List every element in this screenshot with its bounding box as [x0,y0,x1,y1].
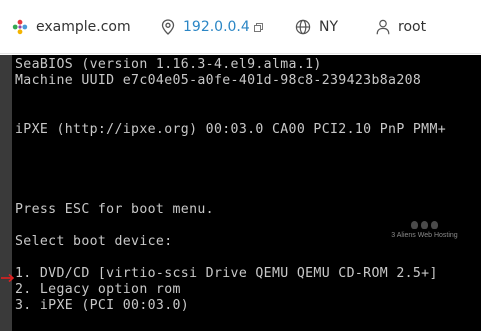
aliens-logo-icon [387,221,462,229]
ip-item: 192.0.0.4 [161,0,263,54]
watermark-text: 3 Aliens Web Hosting [391,232,458,239]
hostname-item: example.com [12,0,131,54]
console-line: SeaBIOS (version 1.16.3-4.el9.alma.1) [15,57,322,72]
copy-icon[interactable] [253,22,263,32]
location-text: NY [319,19,339,35]
boot-option-selected[interactable]: 1. DVD/CD [virtio-scsi Drive QEMU QEMU C… [15,266,438,282]
hostname-text: example.com [36,19,131,35]
boot-option[interactable]: 2. Legacy option rom [15,282,181,298]
watermark: 3 Aliens Web Hosting [387,221,462,239]
console-line: iPXE (http://ipxe.org) 00:03.0 CA00 PCI2… [15,122,447,137]
hosting-logo-icon [12,19,28,35]
vm-console-window: example.com 192.0.0.4 NY root SeaBIOS (v… [0,0,481,331]
selection-arrow-icon [1,268,15,283]
console-line: Select boot device: [15,234,173,249]
console-screen[interactable]: SeaBIOS (version 1.16.3-4.el9.alma.1) Ma… [0,55,481,331]
username-text: root [398,19,427,35]
console-line: Press ESC for boot menu. [15,202,214,217]
server-info-bar: example.com 192.0.0.4 NY root [0,0,481,54]
console-line: Machine UUID e7c04e05-a0fe-401d-98c8-239… [15,73,422,88]
globe-icon [295,19,311,35]
user-icon [376,19,390,35]
boot-option[interactable]: 3. iPXE (PCI 00:03.0) [15,298,189,314]
ip-address-link[interactable]: 192.0.0.4 [183,19,250,35]
user-item: root [376,0,426,54]
location-pin-icon [161,19,175,35]
console-left-strip [0,55,12,331]
location-item: NY [295,0,338,54]
